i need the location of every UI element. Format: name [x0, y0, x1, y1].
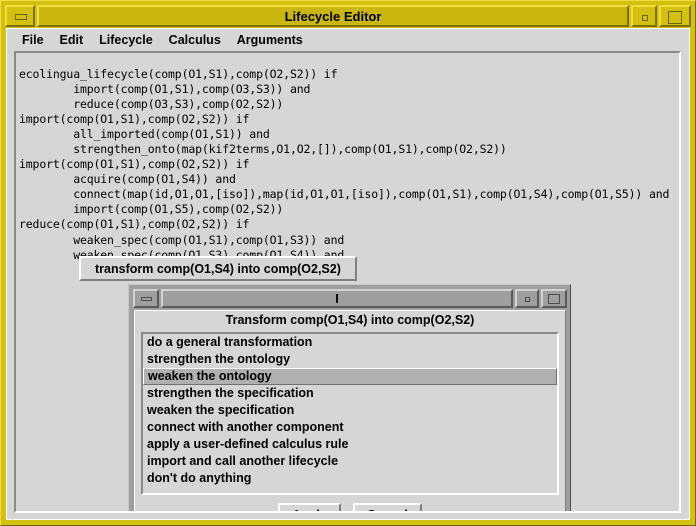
dialog-maximize-button[interactable] [541, 289, 567, 308]
application-window: Lifecycle Editor File Edit Lifecycle Cal… [0, 0, 696, 526]
list-item[interactable]: do a general transformation [143, 334, 557, 351]
dialog-heading: Transform comp(O1,S4) into comp(O2,S2) [225, 313, 475, 327]
menu-item-file[interactable]: File [17, 31, 49, 49]
window-client-area: File Edit Lifecycle Calculus Arguments e… [6, 28, 690, 520]
cancel-button[interactable]: Cancel [352, 503, 422, 511]
restore-icon [525, 297, 530, 302]
list-item[interactable]: strengthen the specification [143, 385, 557, 402]
transform-action-button[interactable]: transform comp(O1,S4) into comp(O2,S2) [79, 256, 357, 281]
list-item[interactable]: connect with another component [143, 419, 557, 436]
menu-bar: File Edit Lifecycle Calculus Arguments [7, 29, 689, 50]
list-item[interactable]: apply a user-defined calculus rule [143, 436, 557, 453]
dialog-title-bar: I [133, 289, 567, 308]
maximize-icon [668, 11, 682, 24]
menu-item-calculus[interactable]: Calculus [164, 31, 226, 49]
dialog-window-title: I [335, 291, 339, 306]
minimize-button[interactable] [5, 5, 35, 27]
list-item[interactable]: weaken the ontology [143, 368, 557, 385]
lifecycle-code-panel[interactable]: ecolingua_lifecycle(comp(O1,S1),comp(O2,… [14, 51, 681, 513]
transformation-option-list[interactable]: do a general transformation strengthen t… [141, 332, 559, 495]
dialog-minimize-button[interactable] [133, 289, 159, 308]
minimize-icon [15, 14, 27, 20]
menu-item-edit[interactable]: Edit [55, 31, 89, 49]
list-item[interactable]: import and call another lifecycle [143, 453, 557, 470]
list-item[interactable]: strengthen the ontology [143, 351, 557, 368]
dialog-restore-button[interactable] [515, 289, 539, 308]
list-item[interactable]: weaken the specification [143, 402, 557, 419]
restore-icon [642, 15, 648, 21]
apply-button[interactable]: Apply [278, 503, 341, 511]
restore-button[interactable] [631, 5, 657, 27]
maximize-icon [548, 294, 560, 304]
title-bar-drag-area[interactable]: Lifecycle Editor [37, 5, 629, 27]
list-item[interactable]: don't do anything [143, 470, 557, 487]
window-title: Lifecycle Editor [284, 8, 382, 24]
title-bar: Lifecycle Editor [5, 5, 691, 27]
maximize-button[interactable] [659, 5, 691, 27]
dialog-client-area: Transform comp(O1,S4) into comp(O2,S2) d… [134, 310, 566, 511]
dialog-button-row: Apply Cancel [135, 503, 565, 511]
dialog-title-drag-area[interactable]: I [161, 289, 513, 308]
transform-dialog-window: I Transform comp(O1,S4) into comp(O2,S2)… [128, 284, 571, 511]
lifecycle-code-text: ecolingua_lifecycle(comp(O1,S1),comp(O2,… [19, 66, 670, 262]
minimize-icon [141, 297, 152, 301]
menu-item-arguments[interactable]: Arguments [232, 31, 308, 49]
menu-item-lifecycle[interactable]: Lifecycle [94, 31, 158, 49]
